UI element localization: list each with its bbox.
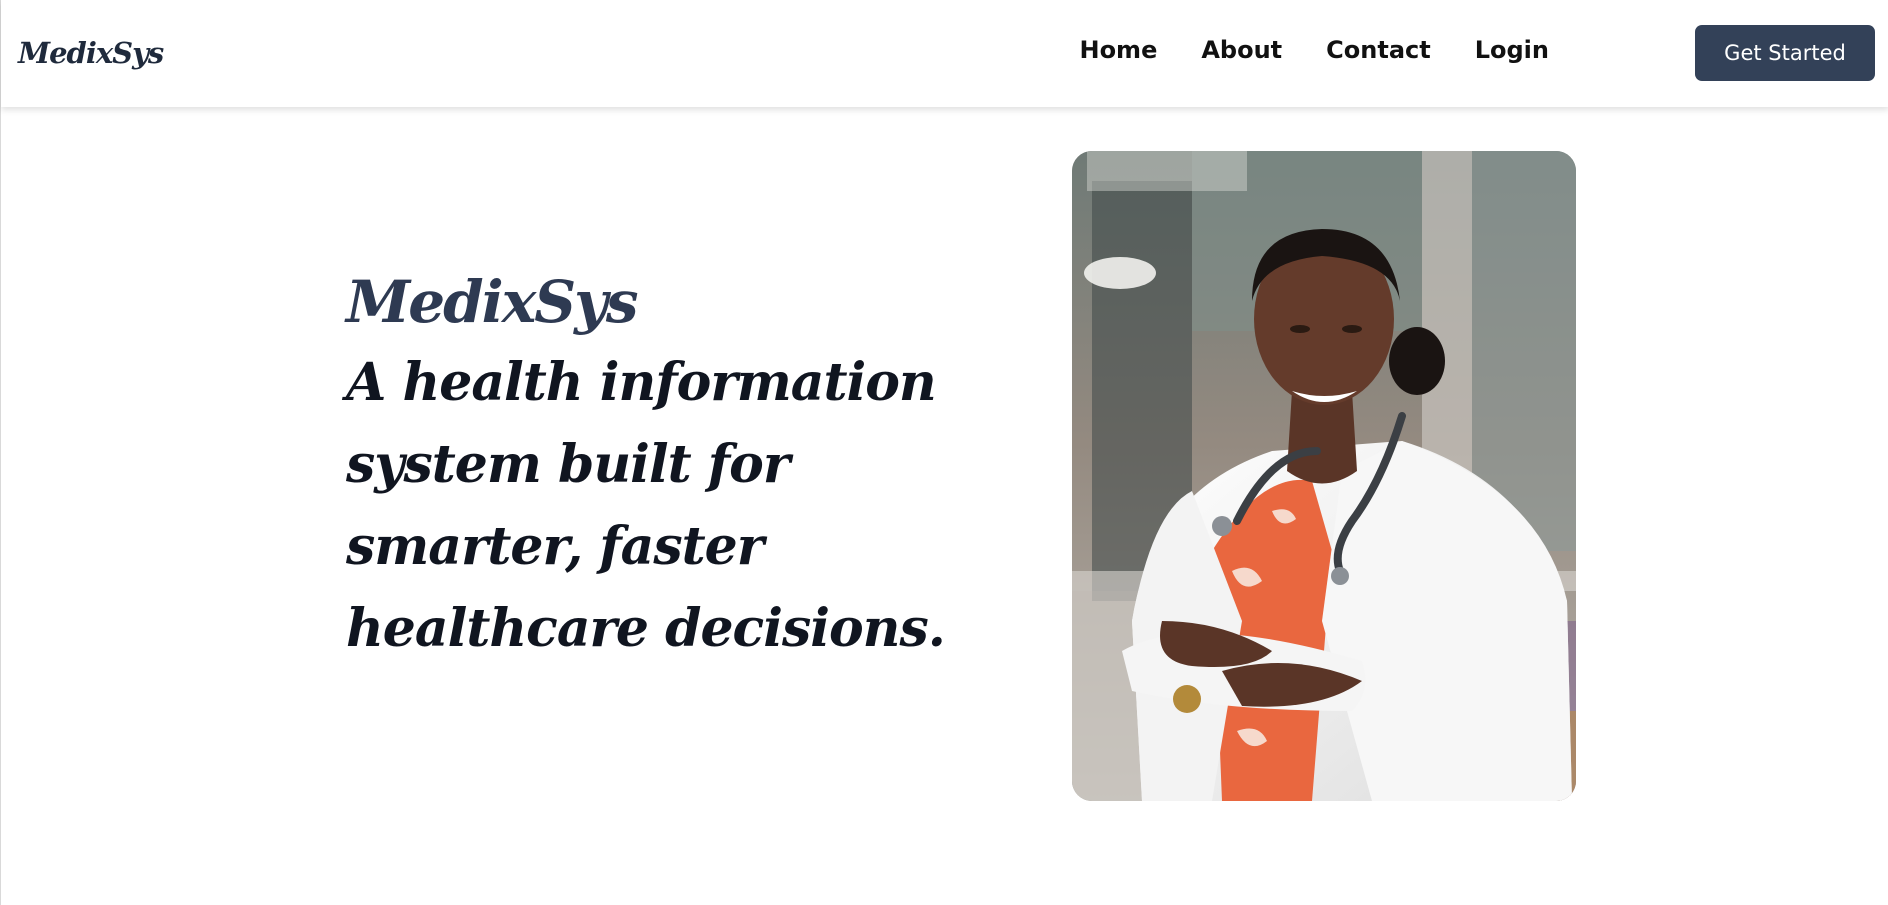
nav-links: Home About Contact Login <box>1079 36 1549 64</box>
doctor-photo <box>1072 151 1576 801</box>
hero-tagline: A health information system built for sm… <box>346 352 946 659</box>
nav-link-about[interactable]: About <box>1201 36 1282 64</box>
nav-link-login[interactable]: Login <box>1475 36 1549 64</box>
get-started-button[interactable]: Get Started <box>1695 25 1875 81</box>
hero-title: MedixSys <box>346 268 639 336</box>
navbar: MedixSys Home About Contact Login Get St… <box>1 0 1888 107</box>
page: MedixSys Home About Contact Login Get St… <box>0 0 1888 905</box>
nav-link-home[interactable]: Home <box>1079 36 1157 64</box>
brand-logo[interactable]: MedixSys <box>18 36 164 70</box>
hero-text: MedixSys A health information system bui… <box>346 262 986 670</box>
nav-link-contact[interactable]: Contact <box>1326 36 1431 64</box>
